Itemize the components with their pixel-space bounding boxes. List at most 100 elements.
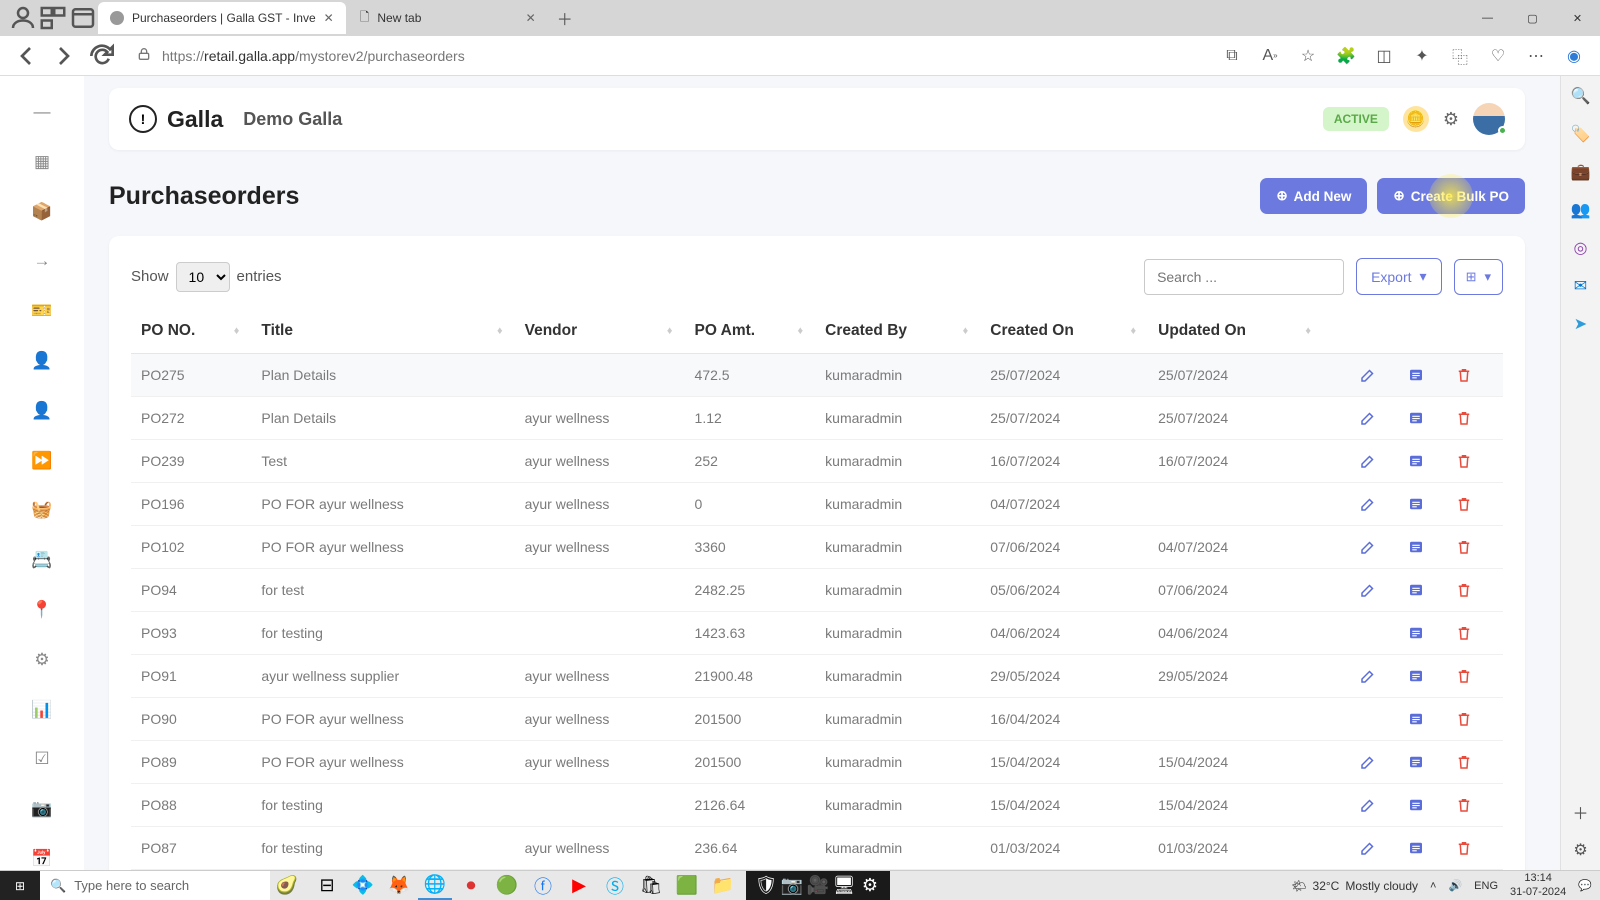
gear-icon[interactable]: ⚙ <box>31 649 53 671</box>
edge-icon[interactable]: 🌐 <box>418 871 452 900</box>
ticket-icon[interactable]: 🎫 <box>31 300 53 322</box>
edit-icon[interactable] <box>1359 796 1377 814</box>
edit-icon[interactable] <box>1359 366 1377 384</box>
new-tab-button[interactable]: ＋ <box>550 3 580 33</box>
delete-icon[interactable] <box>1455 495 1473 513</box>
columns-button[interactable]: ⊞ ▾ <box>1454 259 1503 295</box>
favorite-icon[interactable]: ☆ <box>1292 40 1324 72</box>
delete-icon[interactable] <box>1455 710 1473 728</box>
minimize-button[interactable]: — <box>1465 2 1510 34</box>
column-header[interactable]: Created By♦ <box>815 309 980 354</box>
taskbar-search[interactable]: 🔍 Type here to search <box>40 871 270 900</box>
column-header[interactable]: Vendor♦ <box>515 309 685 354</box>
app-icon[interactable]: 🟩 <box>670 871 704 900</box>
close-window-button[interactable]: ✕ <box>1555 2 1600 34</box>
view-icon[interactable] <box>1407 839 1425 857</box>
gear-tb-icon[interactable]: ⚙ <box>858 871 882 900</box>
clock[interactable]: 13:14 31-07-2024 <box>1510 872 1566 898</box>
video-icon[interactable]: 🎥 <box>806 871 830 900</box>
page-size-select[interactable]: 10 <box>176 262 230 292</box>
workspaces-icon[interactable] <box>38 3 68 33</box>
column-header[interactable]: PO NO.♦ <box>131 309 251 354</box>
store-icon[interactable]: 🛍 <box>634 871 668 900</box>
notifications-icon[interactable]: 💬 <box>1578 879 1592 892</box>
edit-icon[interactable] <box>1359 839 1377 857</box>
coin-icon[interactable]: 🪙 <box>1403 106 1429 132</box>
maximize-button[interactable]: ▢ <box>1510 2 1555 34</box>
edit-icon[interactable] <box>1359 538 1377 556</box>
browser-tab-active[interactable]: Purchaseorders | Galla GST - Inve ✕ <box>98 2 346 34</box>
people-icon[interactable]: 👥 <box>1571 200 1591 220</box>
delete-icon[interactable] <box>1455 667 1473 685</box>
add-new-button[interactable]: ⊕ Add New <box>1260 178 1367 214</box>
settings-button[interactable]: ⚙ <box>1443 109 1459 130</box>
edit-icon[interactable] <box>1359 409 1377 427</box>
user-alt-icon[interactable]: 👤 <box>31 400 53 422</box>
delete-icon[interactable] <box>1455 839 1473 857</box>
create-bulk-po-button[interactable]: ⊕ Create Bulk PO <box>1377 178 1525 214</box>
firefox-icon[interactable]: 🦊 <box>382 871 416 900</box>
extensions-icon[interactable]: 🧩 <box>1330 40 1362 72</box>
delete-icon[interactable] <box>1455 409 1473 427</box>
url-bar[interactable]: https://retail.galla.app/mystorev2/purch… <box>124 46 1210 65</box>
view-icon[interactable] <box>1407 796 1425 814</box>
view-icon[interactable] <box>1407 409 1425 427</box>
close-tab-icon[interactable]: ✕ <box>324 11 334 25</box>
view-icon[interactable] <box>1407 452 1425 470</box>
settings-icon[interactable]: ⚙ <box>1571 840 1591 860</box>
start-button[interactable]: ⊞ <box>0 871 40 900</box>
delete-icon[interactable] <box>1455 624 1473 642</box>
shopping-icon[interactable]: 🏷️ <box>1571 124 1591 144</box>
view-icon[interactable] <box>1407 667 1425 685</box>
transfer-icon[interactable]: → <box>31 250 53 272</box>
facebook-icon[interactable]: ⓕ <box>526 871 560 900</box>
profile-icon[interactable] <box>8 3 38 33</box>
column-header[interactable]: Title♦ <box>251 309 514 354</box>
explorer-icon[interactable]: 📁 <box>706 871 740 900</box>
collections-icon[interactable]: ⿻ <box>1444 40 1476 72</box>
tray-chevron-icon[interactable]: ˄ <box>1430 880 1436 892</box>
location-icon[interactable]: 📍 <box>31 599 53 621</box>
chrome-icon[interactable]: 🟢 <box>490 871 524 900</box>
edit-icon[interactable] <box>1359 753 1377 771</box>
tools-icon[interactable]: 💼 <box>1571 162 1591 182</box>
delete-icon[interactable] <box>1455 452 1473 470</box>
dashboard-icon[interactable]: ▦ <box>31 151 53 173</box>
check-icon[interactable]: ☑ <box>31 749 53 771</box>
column-header[interactable]: Created On♦ <box>980 309 1148 354</box>
outlook-icon[interactable]: ✉ <box>1571 276 1591 296</box>
search-input[interactable] <box>1144 259 1344 295</box>
view-icon[interactable] <box>1407 624 1425 642</box>
view-icon[interactable] <box>1407 538 1425 556</box>
weather-widget[interactable]: 🌤 32°C Mostly cloudy <box>1291 879 1418 893</box>
edit-icon[interactable] <box>1359 667 1377 685</box>
search-icon[interactable]: 🔍 <box>1571 86 1591 106</box>
shield-icon[interactable]: 🛡 <box>754 871 778 900</box>
basket-icon[interactable]: 🧺 <box>31 500 53 522</box>
delete-icon[interactable] <box>1455 366 1473 384</box>
report-icon[interactable]: 📊 <box>31 699 53 721</box>
menu-icon[interactable]: — <box>31 101 53 123</box>
tab-actions-icon[interactable] <box>68 3 98 33</box>
volume-icon[interactable]: 🔊 <box>1448 879 1462 892</box>
camera-icon[interactable]: 📷 <box>31 798 53 820</box>
open-external-icon[interactable]: ⧉ <box>1216 40 1248 72</box>
browser-essentials-icon[interactable]: ♡ <box>1482 40 1514 72</box>
edit-icon[interactable] <box>1359 495 1377 513</box>
copilot-tb-icon[interactable]: 💠 <box>346 871 380 900</box>
close-tab-icon[interactable]: ✕ <box>526 11 536 25</box>
skype-icon[interactable]: Ⓢ <box>598 871 632 900</box>
view-icon[interactable] <box>1407 581 1425 599</box>
language-indicator[interactable]: ENG <box>1474 880 1498 892</box>
favorites-list-icon[interactable]: ✦ <box>1406 40 1438 72</box>
delete-icon[interactable] <box>1455 581 1473 599</box>
browser-tab-newtab[interactable]: 🗋 New tab ✕ <box>348 2 548 34</box>
forward-button[interactable] <box>48 40 80 72</box>
delete-icon[interactable] <box>1455 753 1473 771</box>
view-icon[interactable] <box>1407 753 1425 771</box>
screen-icon[interactable]: 🖥 <box>832 871 856 900</box>
refresh-button[interactable] <box>86 40 118 72</box>
copilot-icon[interactable]: ◉ <box>1558 40 1590 72</box>
view-icon[interactable] <box>1407 710 1425 728</box>
task-view-icon[interactable]: ⊟ <box>310 871 344 900</box>
